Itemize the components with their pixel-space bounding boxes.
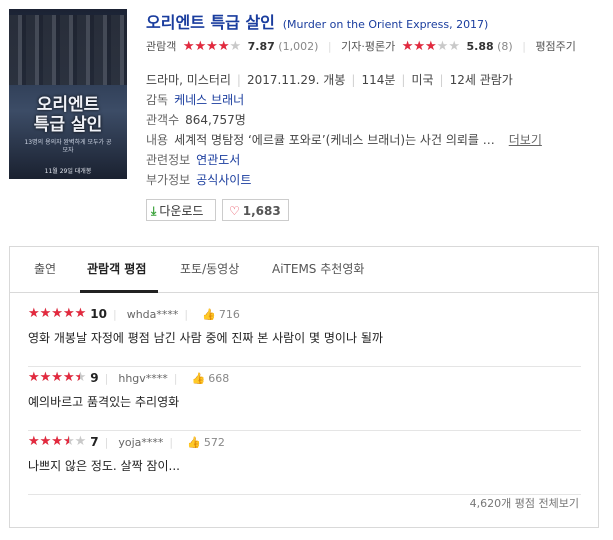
audience-count-line: 관객수 864,757명 [146, 110, 542, 130]
director-line: 감독 케네스 브래너 [146, 90, 542, 110]
movie-title-ko[interactable]: 오리엔트 특급 살인 [146, 13, 275, 32]
review-score: 7 [90, 435, 99, 449]
divider [28, 430, 581, 431]
active-tab-indicator [80, 290, 158, 293]
poster-caption: 13명의 용의자 완벽하게 모두가 공모자 [24, 139, 112, 154]
rate-button[interactable]: 평점주기 [535, 40, 575, 53]
poster-date: 11월 29일 대개봉 [44, 168, 92, 175]
rating-summary: 관람객 ★★★★★★★★★★ 7.87 (1,002) | 기자·평론가 ★★★… [146, 39, 576, 55]
release-date: 2017.11.29. 개봉 [246, 73, 346, 87]
movie-title-en: (Murder on the Orient Express, 2017) [282, 18, 489, 31]
related-books-link[interactable]: 연관도서 [196, 153, 240, 167]
download-button[interactable]: ⤓ 다운로드 [146, 199, 216, 221]
thumbs-up-icon[interactable]: 👍 [202, 308, 216, 321]
movie-title: 오리엔트 특급 살인 (Murder on the Orient Express… [146, 9, 488, 33]
review-stars: ★★★★★★★★★★ [28, 306, 87, 321]
all-reviews-link[interactable]: 4,620개 평점 전체보기 [470, 495, 579, 511]
official-site-link[interactable]: 공식사이트 [196, 173, 251, 187]
genre[interactable]: 드라마, 미스터리 [146, 73, 231, 87]
tab-bar: 출연 관람객 평점 포토/동영상 AiTEMS 추천영화 [10, 247, 598, 293]
like-button[interactable]: ♡ 1,683 [222, 199, 289, 221]
review-user: hhgv**** [118, 372, 168, 385]
director-label: 감독 [146, 93, 169, 107]
audience-rating-count: (1,002) [278, 40, 319, 53]
content-line: 내용 세계적 명탐정 ‘에르큘 포와로’(케네스 브래너)는 사건 의뢰를 … 더보… [146, 130, 542, 150]
like-count: 1,683 [242, 204, 281, 218]
download-arrow-icon: ⤓ [151, 204, 157, 218]
poster-title: 오리엔트 특급 살인 [33, 95, 103, 135]
tab-aitems[interactable]: AiTEMS 추천영화 [272, 247, 364, 292]
thumbs-up-icon[interactable]: 👍 [192, 372, 206, 385]
more-link[interactable]: 더보기 [509, 133, 542, 147]
review-meta: ★★★★★ ★★★★★ 10 | whda**** | 👍 716 [28, 304, 581, 324]
divider: | [522, 40, 526, 53]
tab-audience-ratings[interactable]: 관람객 평점 [87, 247, 146, 292]
review-item: ★★★★★ ★★★★★ 10 | whda**** | 👍 716 영화 개봉날 자정에 평점… [28, 304, 581, 367]
review-likes: 572 [203, 436, 225, 449]
critic-stars: ★★★★★★★★★★ [401, 39, 460, 54]
review-text: 영화 개봉날 자정에 평점 남긴 사람 중에 진짜 본 사람이 몇 명이나 될까 [28, 331, 383, 345]
movie-info: 드라마, 미스터리 | 2017.11.29. 개봉 | 114분 | 미국 | 12세 관람가… [146, 70, 542, 190]
extra-line: 부가정보 공식사이트 [146, 170, 542, 190]
review-item: ★★★★★★★★★★7|yoja****|👍572 나쁘지 않은 정도. 살짝 … [28, 432, 581, 495]
extra-label: 부가정보 [146, 173, 191, 187]
download-label: 다운로드 [159, 204, 204, 218]
review-user: whda**** [126, 308, 179, 321]
review-text: 나쁘지 않은 정도. 살짝 잠이... [28, 459, 180, 473]
critic-rating-label: 기자·평론가 [341, 40, 396, 53]
movie-poster[interactable]: 오리엔트 특급 살인 13명의 용의자 완벽하게 모두가 공모자 11월 29일… [9, 9, 127, 179]
review-stars: ★★★★★★★★★★ [28, 434, 87, 449]
tab-photo-video[interactable]: 포토/동영상 [180, 247, 239, 292]
divider: | [327, 40, 332, 53]
content-label: 내용 [146, 133, 169, 147]
review-panel: 출연 관람객 평점 포토/동영상 AiTEMS 추천영화 ★★★★★ ★★★★★ 1… [9, 246, 599, 528]
audience-count-label: 관객수 [146, 113, 180, 127]
country[interactable]: 미국 [411, 73, 433, 87]
divider [28, 366, 581, 367]
basic-info-line: 드라마, 미스터리 | 2017.11.29. 개봉 | 114분 | 미국 | 12세 관람가 [146, 73, 513, 87]
heart-icon: ♡ [229, 204, 240, 218]
audience-count: 864,757명 [185, 113, 246, 127]
review-likes: 668 [208, 372, 230, 385]
review-stars: ★★★★★★★★★★ [28, 370, 87, 385]
poster-cast-image [9, 15, 127, 85]
review-likes: 716 [218, 308, 240, 321]
director-link[interactable]: 케네스 브래너 [174, 93, 244, 107]
review-user: yoja**** [118, 436, 164, 449]
review-meta: ★★★★★★★★★★7|yoja****|👍572 [28, 432, 581, 452]
related-line: 관련정보 연관도서 [146, 150, 542, 170]
review-item: ★★★★★ ★★★★★ 9 | hhgv**** | 👍 668 예의바르고 품격있는 추리영… [28, 368, 581, 431]
related-label: 관련정보 [146, 153, 191, 167]
critic-score: 5.88 [466, 40, 494, 53]
runtime: 114분 [361, 73, 396, 87]
thumbs-up-icon[interactable]: 👍 [187, 436, 201, 449]
age-rating: 12세 관람가 [449, 73, 513, 87]
tab-cast[interactable]: 출연 [34, 247, 56, 292]
audience-stars: ★★★★★★★★★★ [182, 39, 242, 54]
review-text: 예의바르고 품격있는 추리영화 [28, 395, 180, 409]
review-score: 9 [90, 371, 99, 385]
review-meta: ★★★★★ ★★★★★ 9 | hhgv**** | 👍 668 [28, 368, 581, 388]
critic-rating-count: (8) [497, 40, 513, 53]
audience-score: 7.87 [247, 40, 275, 53]
review-score: 10 [90, 307, 107, 321]
content-summary: 세계적 명탐정 ‘에르큘 포와로’(케네스 브래너)는 사건 의뢰를 … [174, 133, 495, 147]
audience-rating-label: 관람객 [146, 40, 177, 53]
